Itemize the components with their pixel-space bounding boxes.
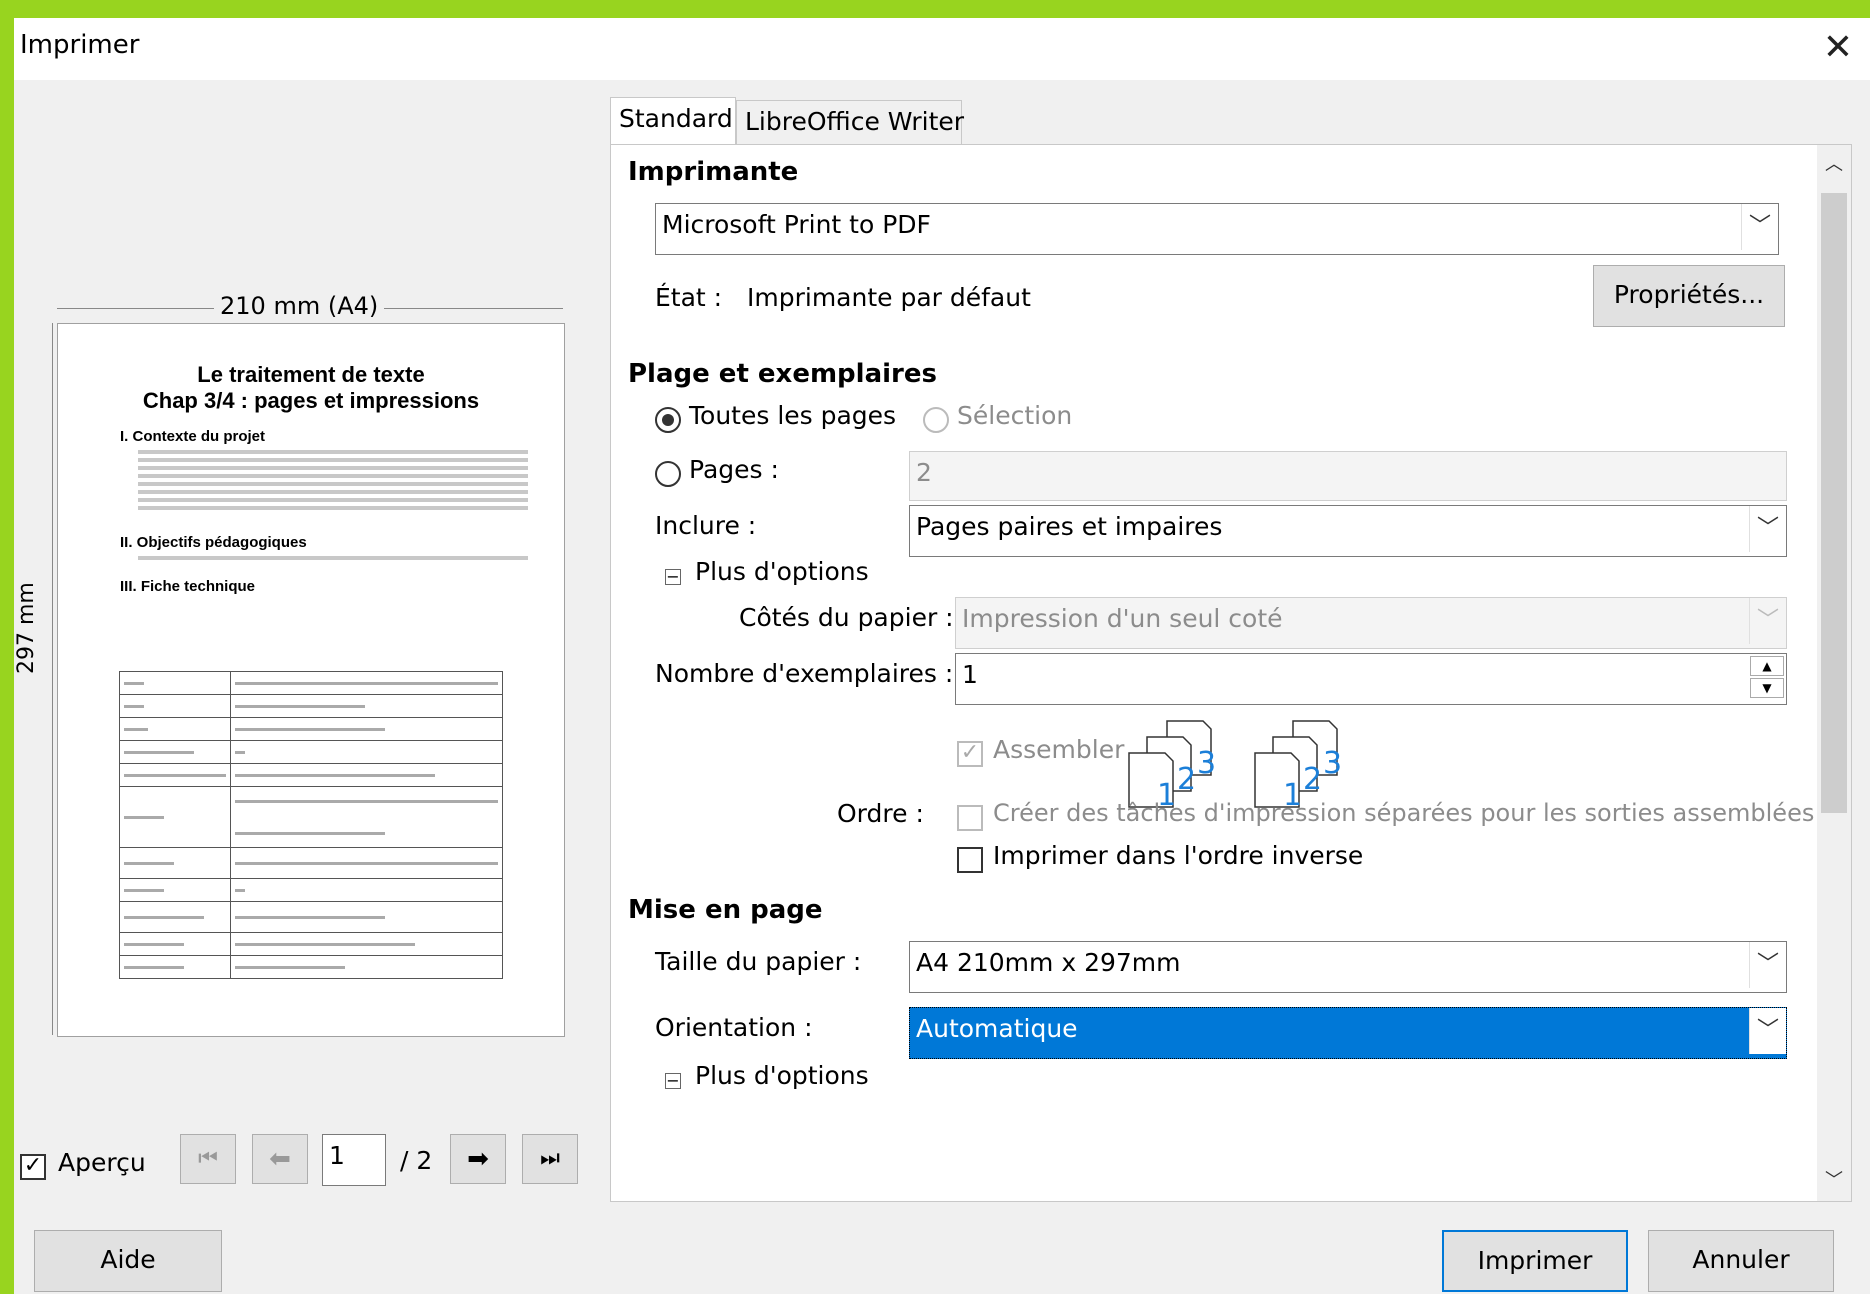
arrow-left-icon: ⬅ — [269, 1144, 291, 1174]
svg-text:3: 3 — [1197, 746, 1216, 781]
frame-border — [0, 1224, 14, 1294]
copies-value: 1 — [962, 660, 978, 689]
chevron-down-icon: ﹀ — [1749, 598, 1786, 644]
svg-text:2: 2 — [1303, 762, 1322, 797]
include-select-value: Pages paires et impaires — [916, 512, 1223, 541]
last-page-button[interactable]: ⏭ — [522, 1134, 578, 1184]
include-label: Inclure : — [655, 511, 757, 540]
more-options-toggle[interactable]: Plus d'options — [695, 557, 869, 586]
paper-size-select[interactable]: A4 210mm x 297mm ﹀ — [909, 941, 1787, 993]
chevron-down-icon: ﹀ — [1741, 204, 1778, 250]
order-label: Ordre : — [837, 799, 924, 828]
svg-text:2: 2 — [1177, 762, 1196, 797]
selection-radio[interactable] — [923, 407, 949, 433]
doc-heading-3: III. Fiche technique — [120, 578, 256, 595]
printer-select[interactable]: Microsoft Print to PDF ﹀ — [655, 203, 1779, 255]
collate-label: Assembler — [993, 735, 1125, 764]
copies-label: Nombre d'exemplaires : — [655, 659, 954, 688]
printer-select-value: Microsoft Print to PDF — [662, 210, 931, 239]
svg-text:3: 3 — [1323, 746, 1342, 781]
collate-checkbox[interactable]: ✓ — [957, 741, 983, 767]
scroll-down-icon[interactable]: ﹀ — [1817, 1161, 1851, 1201]
layout-more-options-toggle[interactable]: Plus d'options — [695, 1061, 869, 1090]
properties-button[interactable]: Propriétés... — [1593, 265, 1785, 327]
height-dimension-label: 297 mm — [14, 576, 39, 680]
arrow-right-icon: ➡ — [467, 1144, 489, 1174]
doc-paragraph-1 — [138, 450, 528, 514]
paper-sides-select[interactable]: Impression d'un seul coté ﹀ — [955, 597, 1787, 649]
preview-area: 210 mm (A4) 297 mm Le traitement de text… — [14, 80, 604, 1180]
settings-panel: Imprimante Microsoft Print to PDF ﹀ État… — [610, 144, 1852, 1202]
paper-size-value: A4 210mm x 297mm — [916, 948, 1181, 977]
paper-sides-label: Côtés du papier : — [739, 603, 954, 632]
pages-radio[interactable] — [655, 461, 681, 487]
first-page-button[interactable]: ⏮ — [180, 1134, 236, 1184]
spin-down-icon[interactable]: ▼ — [1750, 678, 1784, 698]
paper-sides-value: Impression d'un seul coté — [962, 604, 1283, 633]
title-bar: Imprimer ✕ — [14, 18, 1870, 80]
print-dialog: Imprimer ✕ 210 mm (A4) 297 mm Le traitem… — [14, 18, 1870, 1294]
previous-page-button[interactable]: ⬅ — [252, 1134, 308, 1184]
apercu-checkbox[interactable]: ✓ — [20, 1154, 46, 1180]
print-button[interactable]: Imprimer — [1442, 1230, 1628, 1292]
page-number-input[interactable]: 1 — [322, 1134, 386, 1186]
collapse-icon[interactable]: − — [665, 569, 681, 585]
separate-jobs-checkbox[interactable] — [957, 805, 983, 831]
separate-jobs-label: Créer des tâches d'impression séparées p… — [993, 799, 1815, 827]
chevron-down-icon: ﹀ — [1749, 506, 1786, 552]
scroll-up-icon[interactable]: ︿ — [1817, 145, 1851, 185]
next-page-button[interactable]: ➡ — [450, 1134, 506, 1184]
all-pages-radio[interactable] — [655, 407, 681, 433]
page-total-label: / 2 — [400, 1146, 433, 1175]
all-pages-label: Toutes les pages — [689, 401, 897, 430]
page-preview: Le traitement de texte Chap 3/4 : pages … — [57, 323, 565, 1037]
tab-libreoffice-writer[interactable]: LibreOffice Writer — [736, 100, 964, 144]
chevron-down-icon: ﹀ — [1749, 1008, 1786, 1054]
doc-title-line1: Le traitement de texte — [197, 362, 425, 387]
close-icon[interactable]: ✕ — [1812, 22, 1864, 74]
printer-section-title: Imprimante — [628, 157, 799, 187]
orientation-select[interactable]: Automatique ﹀ — [909, 1007, 1787, 1059]
orientation-value: Automatique — [916, 1014, 1078, 1043]
window-title: Imprimer — [20, 30, 140, 60]
tab-standard[interactable]: Standard — [610, 97, 736, 145]
etat-label: État : — [655, 283, 723, 312]
copies-spinner[interactable]: ▲ ▼ — [1750, 656, 1784, 698]
reverse-order-label: Imprimer dans l'ordre inverse — [993, 841, 1364, 870]
doc-title-line2: Chap 3/4 : pages et impressions — [142, 388, 480, 413]
doc-table — [119, 671, 503, 979]
panel-scrollbar[interactable]: ︿ ﹀ — [1817, 145, 1851, 1201]
last-page-icon: ⏭ — [540, 1146, 560, 1171]
paper-size-label: Taille du papier : — [655, 947, 862, 976]
reverse-order-checkbox[interactable] — [957, 847, 983, 873]
doc-paragraph-2 — [138, 556, 528, 564]
orientation-label: Orientation : — [655, 1013, 813, 1042]
layout-section-title: Mise en page — [628, 895, 823, 925]
etat-value: Imprimante par défaut — [747, 283, 1031, 312]
range-section-title: Plage et exemplaires — [628, 359, 937, 389]
spin-up-icon[interactable]: ▲ — [1750, 656, 1784, 676]
include-select[interactable]: Pages paires et impaires ﹀ — [909, 505, 1787, 557]
first-page-icon: ⏮ — [198, 1146, 218, 1171]
width-dimension-label: 210 mm (A4) — [214, 292, 385, 320]
collapse-icon[interactable]: − — [665, 1073, 681, 1089]
pages-label: Pages : — [689, 455, 779, 484]
scrollbar-thumb[interactable] — [1821, 193, 1847, 813]
cancel-button[interactable]: Annuler — [1648, 1230, 1834, 1292]
chevron-down-icon: ﹀ — [1749, 942, 1786, 988]
help-button[interactable]: Aide — [34, 1230, 222, 1292]
doc-heading-1: I. Contexte du projet — [120, 428, 266, 445]
height-dimension-line — [52, 323, 53, 1035]
copies-input[interactable]: 1 ▲ ▼ — [955, 653, 1787, 705]
apercu-label: Aperçu — [58, 1148, 146, 1177]
doc-heading-2: II. Objectifs pédagogiques — [120, 534, 307, 551]
selection-label: Sélection — [957, 401, 1073, 430]
pages-input[interactable]: 2 — [909, 451, 1787, 501]
